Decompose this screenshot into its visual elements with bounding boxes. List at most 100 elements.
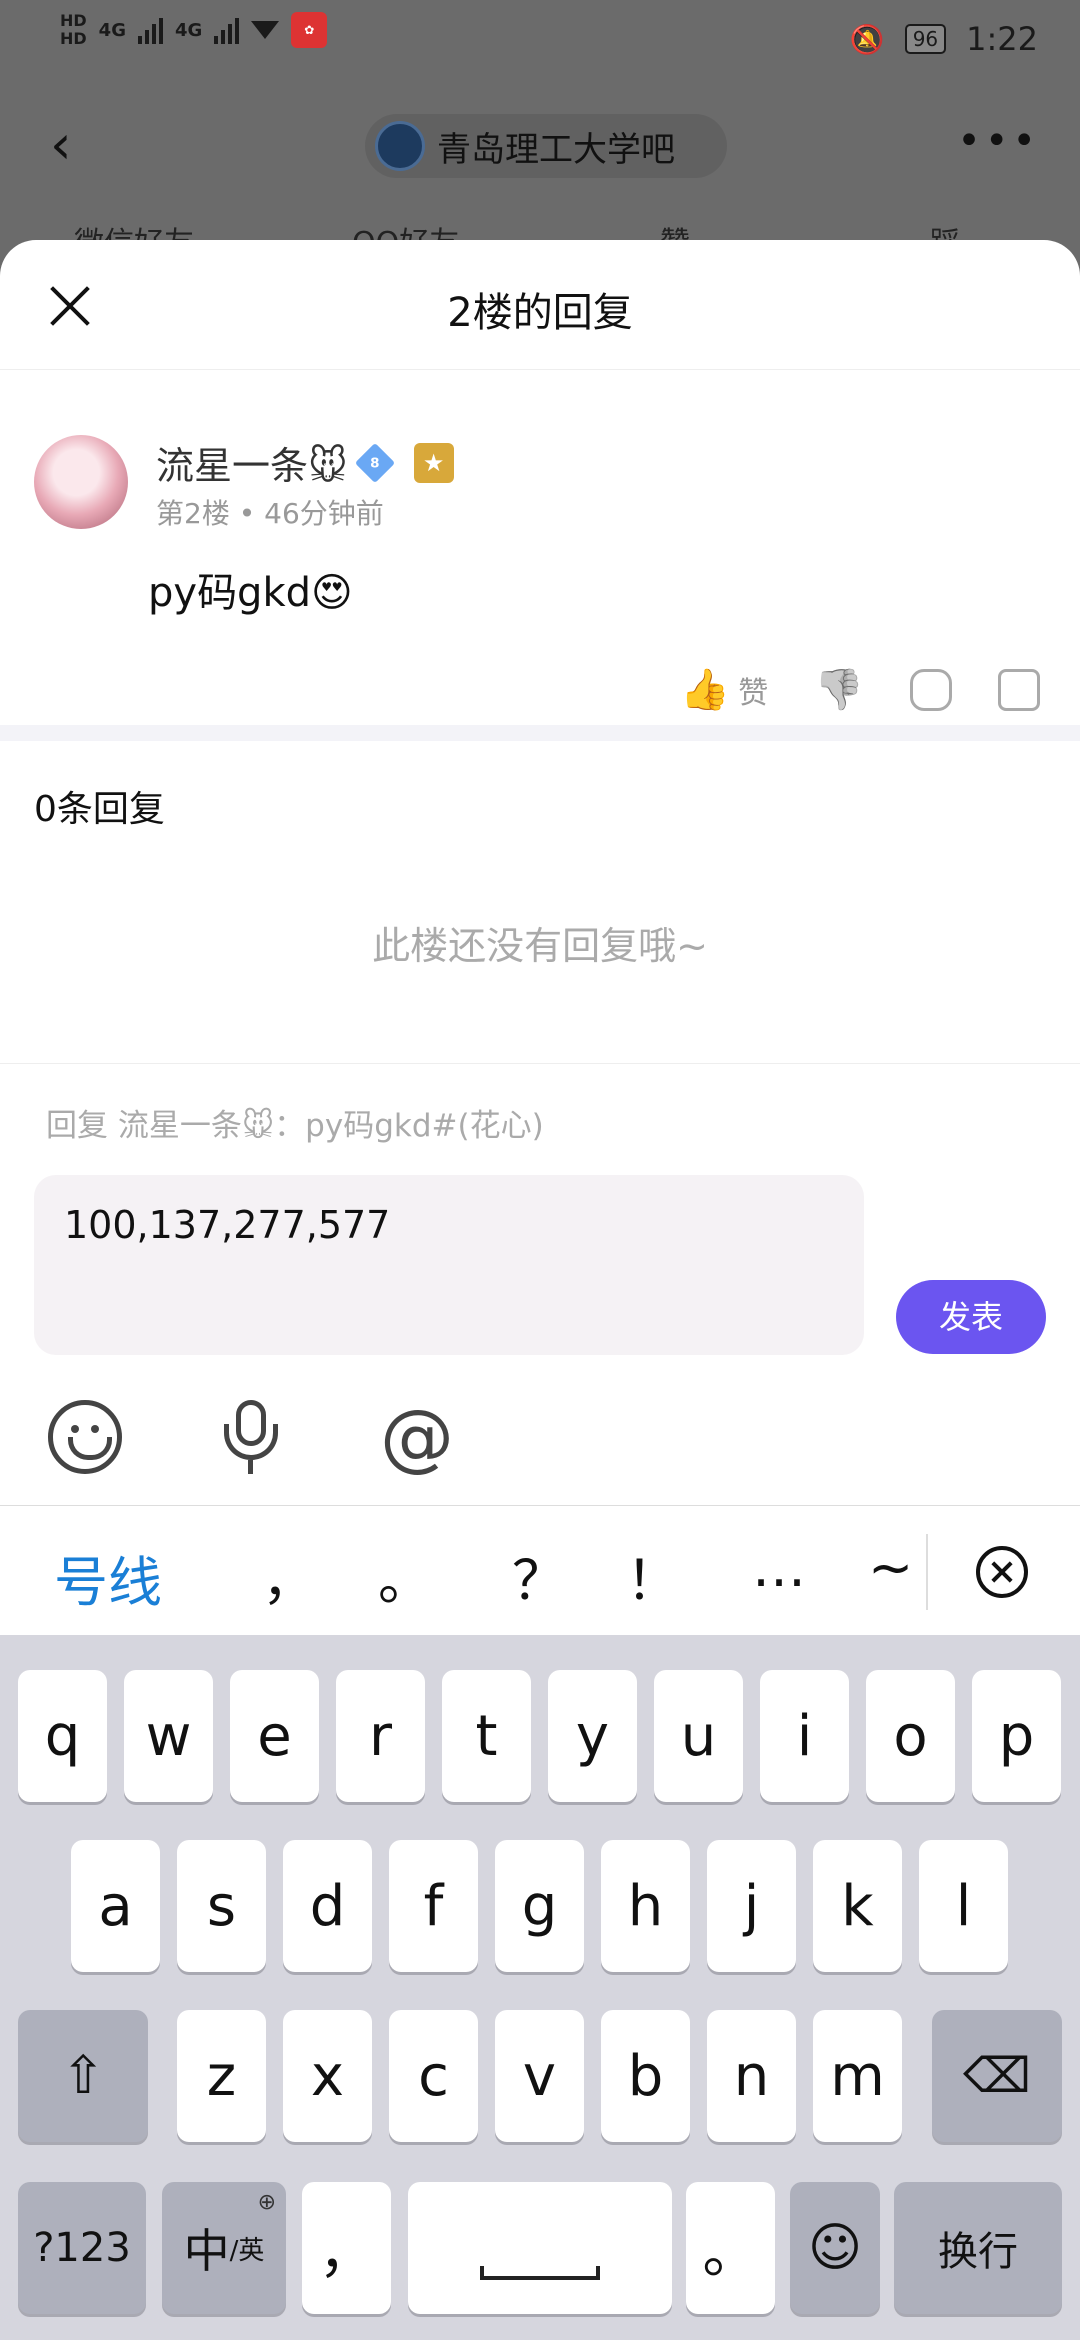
level-badge-icon: 8 — [354, 442, 395, 483]
key-w[interactable]: w — [124, 1670, 213, 1802]
post-actions: 👍 赞 👎 — [680, 666, 1040, 713]
key-h[interactable]: h — [601, 1840, 690, 1972]
at-icon[interactable]: @ — [380, 1400, 454, 1474]
comment-icon — [910, 668, 952, 711]
like-label: 赞 — [738, 675, 769, 711]
share-dislike[interactable]: 踩 — [930, 218, 960, 242]
key-s[interactable]: s — [177, 1840, 266, 1972]
keyboard: 号线 ， 。 ？ ！ … ~ q w e r t y u i o p a s d f g h j k l ⇧ z x c v b… — [0, 1505, 1080, 2340]
avatar[interactable] — [34, 435, 128, 529]
key-y[interactable]: y — [548, 1670, 637, 1802]
period-key[interactable]: 。 — [686, 2182, 775, 2314]
candidate-comma[interactable]: ， — [262, 1536, 316, 1615]
post-meta: 第2楼 • 46分钟前 — [156, 497, 384, 530]
share-wechat[interactable]: 微信好友 — [74, 218, 194, 242]
forum-name: 青岛理工大学吧 — [437, 129, 675, 170]
send-button[interactable]: 发表 — [896, 1280, 1046, 1354]
reply-count: 0条回复 — [34, 789, 165, 830]
comma-key[interactable]: ， — [302, 2182, 391, 2314]
forum-pill[interactable]: 青岛理工大学吧 — [365, 114, 727, 178]
mute-bell-icon: 🔕 — [849, 22, 885, 56]
candidate-tilde[interactable]: ~ — [868, 1536, 913, 1599]
wifi-icon — [251, 21, 280, 39]
key-u[interactable]: u — [654, 1670, 743, 1802]
edit-button[interactable] — [998, 668, 1040, 711]
divider — [0, 1063, 1080, 1064]
reply-input[interactable]: 100,137,277,577 — [34, 1175, 864, 1355]
key-b[interactable]: b — [601, 2010, 690, 2142]
share-qq[interactable]: QQ好友 — [352, 218, 459, 242]
globe-icon: ⊕ — [257, 2190, 276, 2215]
key-k[interactable]: k — [813, 1840, 902, 1972]
section-divider — [0, 725, 1080, 741]
backspace-key[interactable]: ⌫ — [932, 2010, 1062, 2142]
network-type: 4G — [98, 19, 126, 41]
battery-indicator: 96 — [904, 24, 947, 54]
like-button[interactable]: 👍 赞 — [680, 666, 768, 713]
backspace-icon: ⌫ — [963, 2048, 1031, 2104]
app-notification-icon: ✿ — [291, 12, 328, 48]
reply-sheet: 2楼的回复 流星一条🐭 8 ★ 第2楼 • 46分钟前 py码gkd😍 👍 赞 … — [0, 240, 1080, 1505]
shift-icon: ⇧ — [61, 2046, 105, 2106]
empty-state-text: 此楼还没有回复哦~ — [372, 924, 708, 968]
sheet-title: 2楼的回复 — [447, 290, 633, 336]
key-a[interactable]: a — [71, 1840, 160, 1972]
close-candidates-icon[interactable] — [976, 1546, 1028, 1598]
key-o[interactable]: o — [866, 1670, 955, 1802]
key-v[interactable]: v — [495, 2010, 584, 2142]
candidate-bar: 号线 ， 。 ？ ！ … ~ — [0, 1505, 1080, 1635]
author-row: 流星一条🐭 8 ★ — [156, 435, 454, 490]
signal-icon-2 — [214, 16, 240, 44]
key-x[interactable]: x — [283, 2010, 372, 2142]
top-nav: ‹ 青岛理工大学吧 ••• — [0, 110, 1080, 180]
key-j[interactable]: j — [707, 1840, 796, 1972]
key-e[interactable]: e — [230, 1670, 319, 1802]
sheet-header: 2楼的回复 — [0, 240, 1080, 370]
back-icon[interactable]: ‹ — [50, 118, 72, 172]
candidate-ellipsis[interactable]: … — [752, 1536, 806, 1599]
candidate-period[interactable]: 。 — [378, 1536, 432, 1615]
numbers-key[interactable]: ?123 — [18, 2182, 146, 2314]
key-f[interactable]: f — [389, 1840, 478, 1972]
input-toolbar: @ — [0, 1400, 1080, 1500]
emoji-key-icon: ☺ — [807, 2218, 863, 2278]
hd-indicator: HD HD — [60, 11, 87, 48]
emoji-icon[interactable] — [48, 1400, 122, 1474]
comment-button[interactable] — [910, 668, 952, 711]
candidate-word[interactable]: 号线 — [54, 1538, 162, 1617]
language-key[interactable]: 中/英 ⊕ — [162, 2182, 286, 2314]
shift-key[interactable]: ⇧ — [18, 2010, 148, 2142]
candidate-exclaim[interactable]: ！ — [626, 1536, 680, 1615]
key-t[interactable]: t — [442, 1670, 531, 1802]
key-q[interactable]: q — [18, 1670, 107, 1802]
space-key[interactable] — [408, 2182, 672, 2314]
candidate-question[interactable]: ？ — [512, 1536, 566, 1615]
post-content: py码gkd😍 — [148, 570, 353, 616]
thumbs-down-icon: 👎 — [814, 667, 864, 713]
key-p[interactable]: p — [972, 1670, 1061, 1802]
key-g[interactable]: g — [495, 1840, 584, 1972]
floor-post: 流星一条🐭 8 ★ 第2楼 • 46分钟前 py码gkd😍 👍 赞 👎 — [0, 370, 1080, 715]
key-r[interactable]: r — [336, 1670, 425, 1802]
floor-number: 第2楼 — [156, 497, 230, 530]
emoji-key[interactable]: ☺ — [790, 2182, 880, 2314]
author-name[interactable]: 流星一条🐭 — [156, 435, 348, 490]
key-z[interactable]: z — [177, 2010, 266, 2142]
key-i[interactable]: i — [760, 1670, 849, 1802]
key-m[interactable]: m — [813, 2010, 902, 2142]
dislike-button[interactable]: 👎 — [814, 666, 864, 713]
share-row: 微信好友 QQ好友 赞 踩 — [0, 218, 1080, 242]
status-bar: HD HD 4G 4G ✿ 🔕 96 1:22 — [0, 0, 1080, 80]
microphone-icon[interactable] — [214, 1400, 288, 1474]
space-icon — [480, 2266, 600, 2280]
network-type-2: 4G — [174, 19, 203, 41]
key-d[interactable]: d — [283, 1840, 372, 1972]
more-icon[interactable]: ••• — [957, 118, 1040, 164]
key-n[interactable]: n — [707, 2010, 796, 2142]
share-like[interactable]: 赞 — [660, 218, 690, 242]
key-l[interactable]: l — [919, 1840, 1008, 1972]
thumbs-up-icon: 👍 — [680, 667, 731, 713]
key-c[interactable]: c — [389, 2010, 478, 2142]
enter-key[interactable]: 换行 — [894, 2182, 1062, 2314]
forum-logo — [375, 121, 425, 171]
